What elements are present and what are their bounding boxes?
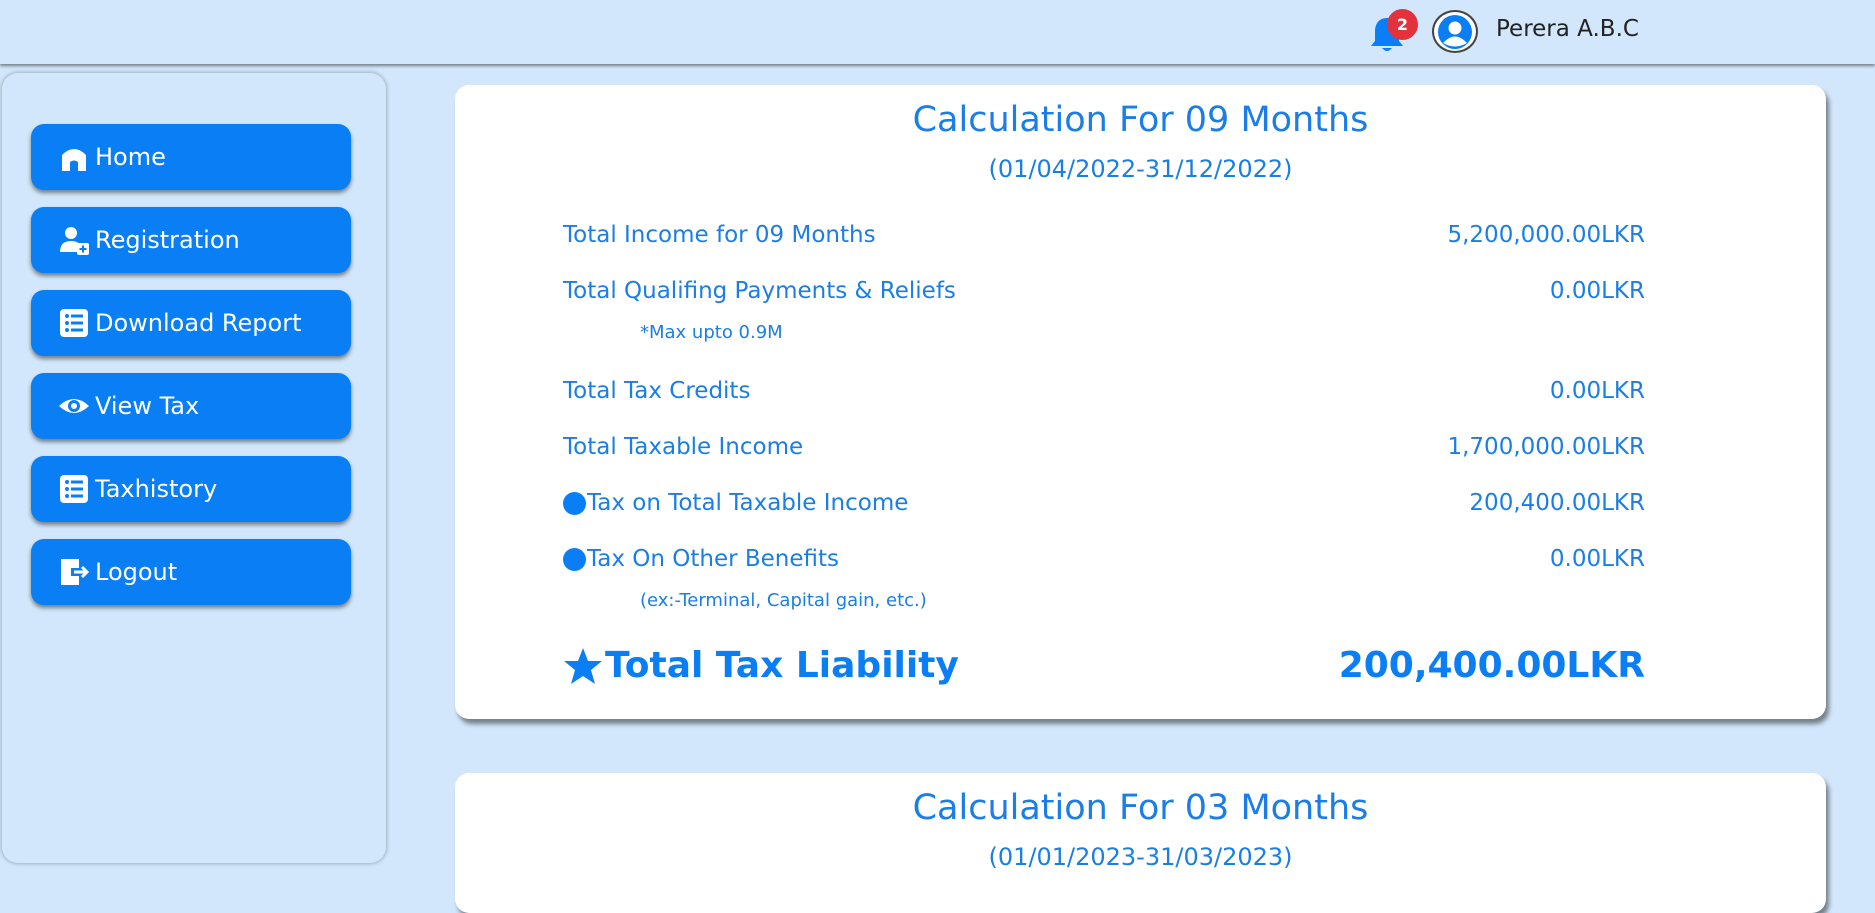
nav-view-tax-label: View Tax bbox=[95, 392, 200, 420]
nav-registration-button[interactable]: Registration bbox=[31, 207, 351, 273]
nav-taxhistory-button[interactable]: Taxhistory bbox=[31, 456, 351, 522]
bullet-dot-icon bbox=[563, 547, 586, 571]
row-label-tax-credits: Total Tax Credits bbox=[563, 378, 751, 404]
row-value-tax-on-other-benefits: 0.00LKR bbox=[1549, 546, 1645, 572]
card-title: Calculation For 09 Months bbox=[912, 100, 1369, 140]
row-label-taxable-income: Total Taxable Income bbox=[563, 434, 804, 460]
sidebar: Home Registration Download Report View T… bbox=[2, 73, 386, 863]
row-value-tax-on-taxable-income: 200,400.00LKR bbox=[1469, 490, 1645, 516]
list-icon bbox=[57, 472, 91, 506]
user-plus-icon bbox=[57, 223, 91, 257]
row-tax-on-other-benefits: Tax On Other Benefits bbox=[563, 546, 839, 572]
row-value-taxable-income: 1,700,000.00LKR bbox=[1447, 434, 1645, 460]
nav-home-label: Home bbox=[95, 143, 166, 171]
card-title: Calculation For 03 Months bbox=[912, 788, 1369, 828]
nav-logout-label: Logout bbox=[95, 558, 178, 586]
reliefs-note: *Max upto 0.9M bbox=[640, 322, 783, 343]
calculation-card-03-months: Calculation For 03 Months (01/01/2023-31… bbox=[455, 773, 1826, 913]
row-label-total-income: Total Income for 09 Months bbox=[563, 222, 876, 248]
bullet-dot-icon bbox=[563, 491, 586, 515]
nav-download-report-label: Download Report bbox=[95, 309, 302, 337]
nav-taxhistory-label: Taxhistory bbox=[95, 475, 218, 503]
row-tax-on-taxable-income: Tax on Total Taxable Income bbox=[563, 490, 908, 516]
benefits-note: (ex:-Terminal, Capital gain, etc.) bbox=[640, 590, 927, 611]
total-tax-liability: Total Tax Liability bbox=[563, 645, 959, 686]
notification-badge: 2 bbox=[1387, 9, 1418, 40]
home-icon bbox=[57, 140, 91, 174]
logout-icon bbox=[57, 555, 91, 589]
nav-home-button[interactable]: Home bbox=[31, 124, 351, 190]
total-tax-liability-value: 200,400.00LKR bbox=[1338, 645, 1645, 686]
row-label-tax-on-taxable-income: Tax on Total Taxable Income bbox=[587, 490, 909, 516]
user-avatar-icon[interactable] bbox=[1432, 10, 1478, 53]
star-icon bbox=[564, 647, 602, 684]
top-bar: 2 Perera A.B.C bbox=[0, 0, 1875, 64]
total-tax-liability-label: Total Tax Liability bbox=[605, 645, 959, 686]
nav-view-tax-button[interactable]: View Tax bbox=[31, 373, 351, 439]
row-value-qualifying-payments: 0.00LKR bbox=[1549, 278, 1645, 304]
nav-download-report-button[interactable]: Download Report bbox=[31, 290, 351, 356]
row-value-tax-credits: 0.00LKR bbox=[1549, 378, 1645, 404]
eye-icon bbox=[57, 389, 91, 423]
user-name[interactable]: Perera A.B.C bbox=[1496, 16, 1639, 42]
card-date-range: (01/01/2023-31/03/2023) bbox=[988, 843, 1293, 871]
calculation-card-09-months: Calculation For 09 Months (01/04/2022-31… bbox=[455, 85, 1826, 719]
nav-logout-button[interactable]: Logout bbox=[31, 539, 351, 605]
card-date-range: (01/04/2022-31/12/2022) bbox=[988, 155, 1293, 183]
nav-registration-label: Registration bbox=[95, 226, 240, 254]
row-label-tax-on-other-benefits: Tax On Other Benefits bbox=[587, 546, 840, 572]
list-icon bbox=[57, 306, 91, 340]
row-label-qualifying-payments: Total Qualifing Payments & Reliefs bbox=[563, 278, 956, 304]
row-value-total-income: 5,200,000.00LKR bbox=[1447, 222, 1645, 248]
